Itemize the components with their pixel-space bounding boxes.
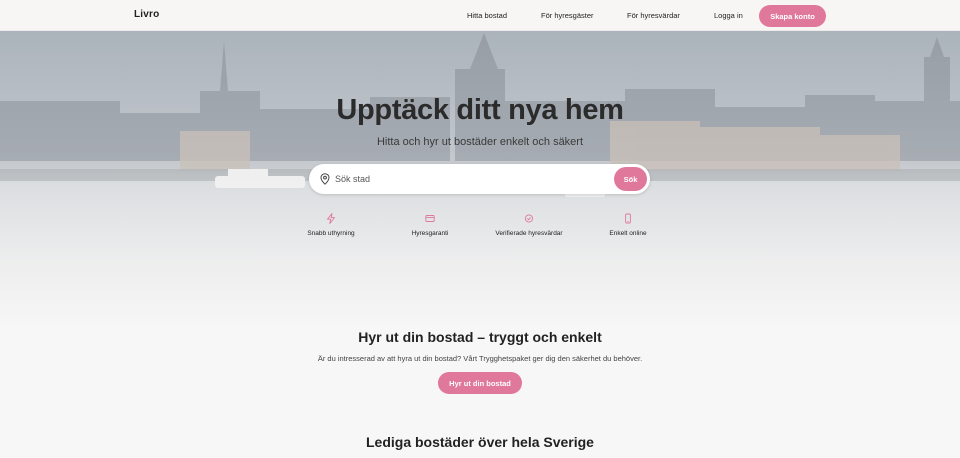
nav-link-for-tenants[interactable]: För hyresgäster (541, 11, 594, 20)
feature-rent-guarantee: Hyresgaranti (380, 213, 480, 237)
smartphone-icon (625, 213, 631, 224)
top-navigation-bar: Livro Hitta bostad För hyresgäster För h… (0, 0, 960, 31)
verified-badge-icon (524, 214, 534, 223)
feature-easy-online: Enkelt online (578, 213, 678, 237)
city-search-bar: Sök (309, 164, 650, 194)
credit-card-icon (425, 215, 435, 222)
feature-verified-landlords: Verifierade hyresvärdar (479, 213, 579, 237)
listings-heading: Lediga bostäder över hela Sverige (366, 434, 594, 450)
create-account-button[interactable]: Skapa konto (759, 5, 826, 27)
rent-out-description: Är du intresserad av att hyra ut din bos… (317, 354, 643, 363)
feature-label: Hyresgaranti (411, 230, 449, 237)
nav-link-find-home[interactable]: Hitta bostad (467, 11, 507, 20)
location-pin-icon (320, 173, 330, 185)
rent-out-heading: Hyr ut din bostad – tryggt och enkelt (358, 329, 602, 345)
hero-subtitle: Hitta och hyr ut bostäder enkelt och säk… (376, 136, 584, 148)
feature-label: Verifierade hyresvärdar (495, 230, 563, 237)
rent-out-button[interactable]: Hyr ut din bostad (438, 372, 522, 394)
nav-link-for-landlords[interactable]: För hyresvärdar (627, 11, 680, 20)
search-button[interactable]: Sök (614, 167, 647, 191)
lightning-icon (327, 213, 335, 224)
city-search-input[interactable] (335, 170, 605, 188)
hero-title: Upptäck ditt nya hem (336, 94, 624, 126)
feature-label: Enkelt online (609, 230, 647, 237)
feature-fast-rental: Snabb uthyrning (281, 213, 381, 237)
login-link[interactable]: Logga in (714, 11, 743, 20)
logo[interactable]: Livro (134, 9, 159, 20)
feature-label: Snabb uthyrning (307, 230, 355, 237)
